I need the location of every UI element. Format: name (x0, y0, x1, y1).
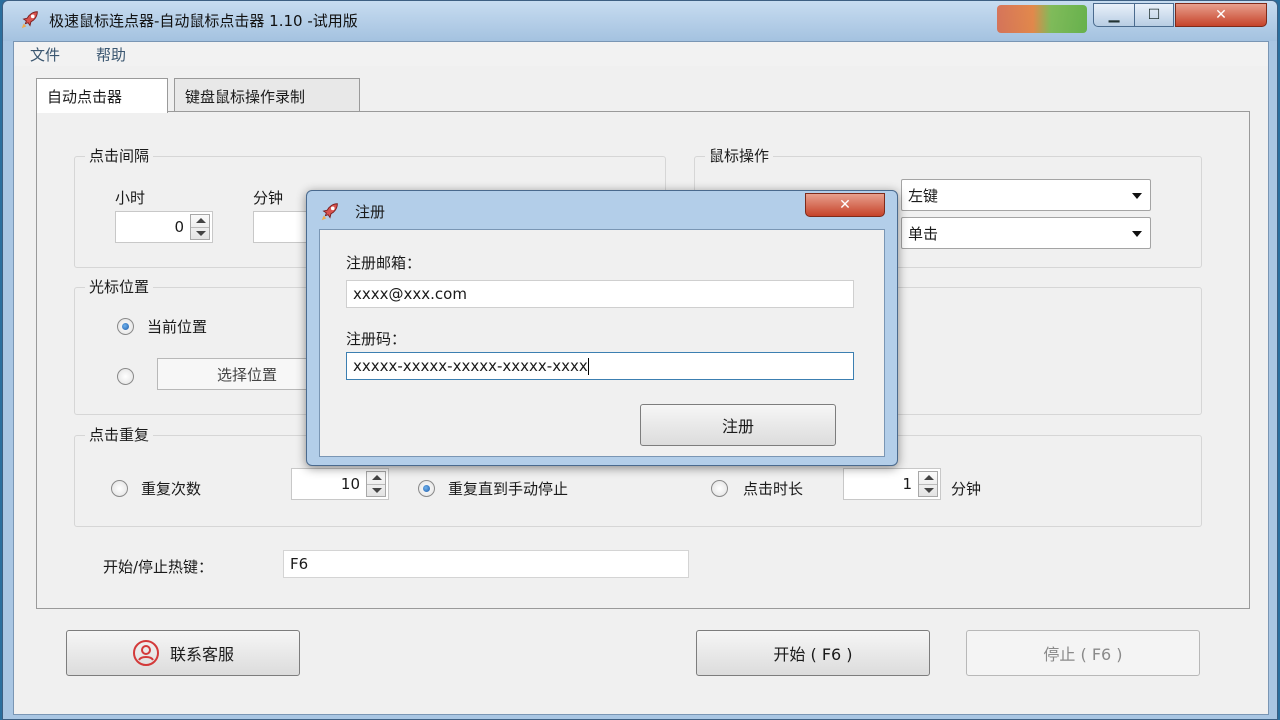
mouse-button-select[interactable]: 左键 (901, 179, 1151, 211)
repeat-count-spin-arrows[interactable] (366, 471, 386, 497)
repeat-until-stop-label: 重复直到手动停止 (448, 480, 569, 498)
duration-label: 点击时长 (743, 480, 804, 498)
start-button[interactable]: 开始 ( F6 ) (696, 630, 930, 676)
duration-radio[interactable] (711, 480, 728, 497)
contact-support-label: 联系客服 (169, 645, 234, 664)
rocket-icon (321, 203, 338, 221)
hours-label: 小时 (115, 189, 146, 207)
rocket-icon (21, 11, 38, 29)
hotkey-label: 开始/停止热键： (103, 558, 214, 576)
title-bar[interactable]: 极速鼠标连点器-自动鼠标点击器 1.10 -试用版 ▁ ☐ ✕ (3, 1, 1277, 41)
repeat-count-value: 10 (340, 475, 360, 493)
current-position-radio[interactable] (117, 318, 134, 335)
register-submit-button[interactable]: 注册 (640, 404, 836, 446)
custom-position-radio[interactable] (117, 368, 134, 385)
dialog-title: 注册 (355, 203, 386, 221)
hours-stepper[interactable]: 0 (115, 211, 213, 243)
current-position-label: 当前位置 (147, 318, 208, 336)
hours-value: 0 (174, 218, 184, 236)
duration-spin-arrows[interactable] (918, 471, 938, 497)
hotkey-input[interactable]: F6 (283, 550, 689, 578)
dialog-body: 注册邮箱： xxxx@xxx.com 注册码： xxxxx-xxxxx-xxxx… (319, 229, 885, 457)
mouse-legend: 鼠标操作 (705, 145, 774, 166)
menu-bar: 文件 帮助 (14, 42, 1268, 66)
window-title: 极速鼠标连点器-自动鼠标点击器 1.10 -试用版 (49, 12, 358, 30)
close-button[interactable]: ✕ (1175, 3, 1267, 27)
mouse-button-value: 左键 (908, 187, 939, 205)
repeat-until-stop-radio[interactable] (418, 480, 435, 497)
tab-recorder[interactable]: 键盘鼠标操作录制 (174, 78, 360, 112)
click-type-select[interactable]: 单击 (901, 217, 1151, 249)
minimize-button[interactable]: ▁ (1093, 3, 1135, 27)
chevron-down-icon (1132, 231, 1142, 237)
registration-code-value: xxxxx-xxxxx-xxxxx-xxxxx-xxxx (353, 357, 588, 375)
menu-help[interactable]: 帮助 (96, 44, 126, 65)
repeat-count-stepper[interactable]: 10 (291, 468, 389, 500)
text-caret (587, 358, 589, 375)
dialog-close-button[interactable]: ✕ (805, 193, 885, 217)
contact-support-button[interactable]: 联系客服 (66, 630, 300, 676)
hours-spin-arrows[interactable] (190, 214, 210, 240)
chevron-down-icon (1132, 193, 1142, 199)
registration-code-field[interactable]: xxxxx-xxxxx-xxxxx-xxxxx-xxxx (346, 352, 854, 380)
titlebar-decoration (997, 5, 1087, 33)
email-field[interactable]: xxxx@xxx.com (346, 280, 854, 308)
interval-legend: 点击间隔 (85, 145, 154, 166)
code-label: 注册码： (346, 330, 407, 348)
tab-auto-clicker[interactable]: 自动点击器 (36, 78, 168, 113)
duration-unit: 分钟 (951, 480, 982, 498)
repeat-legend: 点击重复 (85, 424, 154, 445)
user-circle-icon (132, 640, 159, 666)
stop-button[interactable]: 停止 ( F6 ) (966, 630, 1200, 676)
click-type-value: 单击 (908, 225, 939, 243)
menu-file[interactable]: 文件 (30, 44, 60, 65)
duration-value: 1 (902, 475, 912, 493)
duration-stepper[interactable]: 1 (843, 468, 941, 500)
maximize-button[interactable]: ☐ (1134, 3, 1174, 27)
cursor-legend: 光标位置 (85, 276, 154, 297)
minutes-label: 分钟 (253, 189, 284, 207)
register-dialog: 注册 ✕ 注册邮箱： xxxx@xxx.com 注册码： xxxxx-xxxxx… (306, 190, 898, 466)
email-label: 注册邮箱： (346, 254, 422, 272)
repeat-count-label: 重复次数 (141, 480, 202, 498)
repeat-count-radio[interactable] (111, 480, 128, 497)
